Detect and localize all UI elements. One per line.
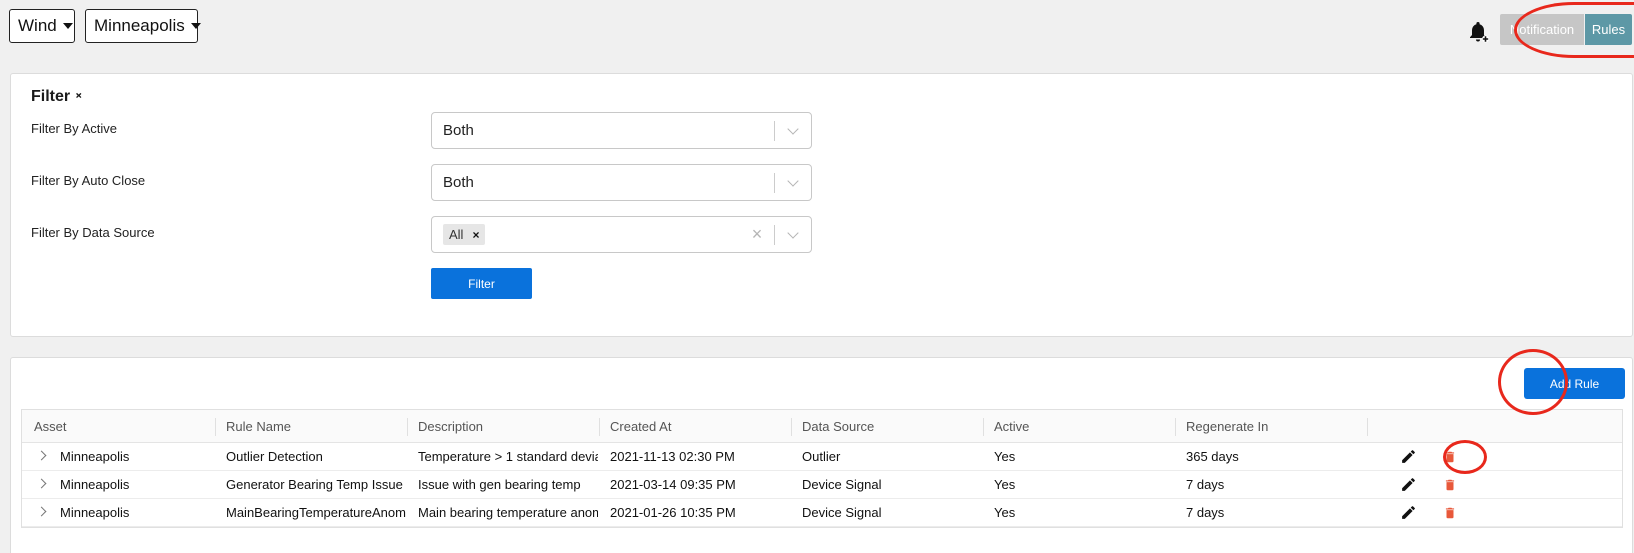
collapse-icon[interactable]: ⌄ ⌃: [74, 88, 83, 106]
caret-down-icon: [190, 23, 201, 29]
edit-pencil-icon[interactable]: [1400, 504, 1417, 521]
delete-trash-icon[interactable]: [1443, 477, 1457, 493]
cell-regenerate-in: 365 days: [1186, 449, 1239, 464]
cell-created-at: 2021-01-26 10:35 PM: [610, 505, 736, 520]
cell-regenerate-in: 7 days: [1186, 505, 1225, 520]
cell-description: Main bearing temperature anoma: [418, 505, 598, 520]
cell-data-source: Outlier: [802, 449, 841, 464]
column-header-asset[interactable]: Asset: [34, 419, 67, 434]
rules-table: Asset Rule Name Description Created At D…: [21, 409, 1623, 528]
expand-row-icon[interactable]: [36, 450, 47, 461]
cell-created-at: 2021-11-13 02:30 PM: [610, 449, 735, 464]
top-bar: Wind Minneapolis Notification Rules: [0, 0, 1634, 60]
cell-regenerate-in: 7 days: [1186, 477, 1225, 492]
site-dropdown[interactable]: Minneapolis: [85, 9, 201, 43]
caret-down-icon: [62, 23, 73, 29]
filter-header[interactable]: Filter ⌄ ⌃: [31, 88, 83, 106]
cell-rule-name: MainBearingTemperatureAnomaly: [226, 505, 406, 520]
cell-asset: Minneapolis: [60, 477, 130, 492]
edit-pencil-icon[interactable]: [1400, 476, 1417, 493]
rules-panel: Add Rule Asset Rule Name Description Cre…: [10, 357, 1633, 553]
cell-rule-name: Generator Bearing Temp Issue: [226, 477, 403, 492]
cell-active: Yes: [994, 505, 1016, 520]
delete-trash-icon[interactable]: [1443, 449, 1457, 465]
category-dropdown[interactable]: Wind: [9, 9, 75, 43]
chevron-down-icon[interactable]: [775, 226, 811, 239]
column-header-active[interactable]: Active: [994, 419, 1029, 434]
cell-active: Yes: [994, 477, 1016, 492]
cell-description: Temperature > 1 standard deviati: [418, 449, 598, 464]
table-row[interactable]: Minneapolis Outlier Detection Temperatur…: [22, 443, 1622, 471]
column-header-created-at[interactable]: Created At: [610, 419, 671, 434]
cell-description: Issue with gen bearing temp: [418, 477, 581, 492]
category-dropdown-label: Wind: [18, 16, 57, 35]
bell-add-icon[interactable]: [1466, 20, 1490, 44]
remove-tag-icon[interactable]: ×: [472, 228, 479, 242]
filter-datasource-label: Filter By Data Source: [31, 225, 155, 240]
expand-row-icon[interactable]: [36, 478, 47, 489]
filter-autoclose-label: Filter By Auto Close: [31, 173, 146, 188]
edit-pencil-icon[interactable]: [1400, 448, 1417, 465]
table-header: Asset Rule Name Description Created At D…: [22, 410, 1622, 443]
datasource-tag: All ×: [443, 224, 486, 245]
column-header-data-source[interactable]: Data Source: [802, 419, 874, 434]
filter-autoclose-value: Both: [443, 174, 474, 191]
cell-data-source: Device Signal: [802, 505, 882, 520]
site-dropdown-label: Minneapolis: [94, 16, 185, 35]
table-row[interactable]: Minneapolis MainBearingTemperatureAnomal…: [22, 499, 1622, 527]
chevron-down-icon[interactable]: [775, 174, 811, 187]
filter-active-value: Both: [443, 122, 474, 139]
filter-active-select[interactable]: Both: [431, 112, 812, 149]
cell-data-source: Device Signal: [802, 477, 882, 492]
filter-active-label: Filter By Active: [31, 121, 117, 136]
cell-asset: Minneapolis: [60, 505, 130, 520]
cell-created-at: 2021-03-14 09:35 PM: [610, 477, 736, 492]
filter-button[interactable]: Filter: [431, 268, 532, 299]
cell-active: Yes: [994, 449, 1016, 464]
column-header-rule-name[interactable]: Rule Name: [226, 419, 291, 434]
delete-trash-icon[interactable]: [1443, 505, 1457, 521]
rules-button[interactable]: Rules: [1585, 14, 1632, 45]
filter-title: Filter: [31, 88, 71, 105]
column-header-description[interactable]: Description: [418, 419, 483, 434]
chevron-down-icon[interactable]: [775, 122, 811, 135]
table-row[interactable]: Minneapolis Generator Bearing Temp Issue…: [22, 471, 1622, 499]
filter-panel: Filter ⌄ ⌃ Filter By Active Both Filter B…: [10, 73, 1633, 337]
add-rule-button[interactable]: Add Rule: [1524, 368, 1625, 399]
column-header-regenerate-in[interactable]: Regenerate In: [1186, 419, 1268, 434]
clear-icon[interactable]: ×: [740, 224, 774, 245]
cell-rule-name: Outlier Detection: [226, 449, 323, 464]
datasource-tag-label: All: [449, 227, 464, 242]
filter-autoclose-select[interactable]: Both: [431, 164, 812, 201]
expand-row-icon[interactable]: [36, 506, 47, 517]
filter-datasource-select[interactable]: All × ×: [431, 216, 812, 253]
cell-asset: Minneapolis: [60, 449, 130, 464]
notification-button[interactable]: Notification: [1500, 14, 1584, 45]
